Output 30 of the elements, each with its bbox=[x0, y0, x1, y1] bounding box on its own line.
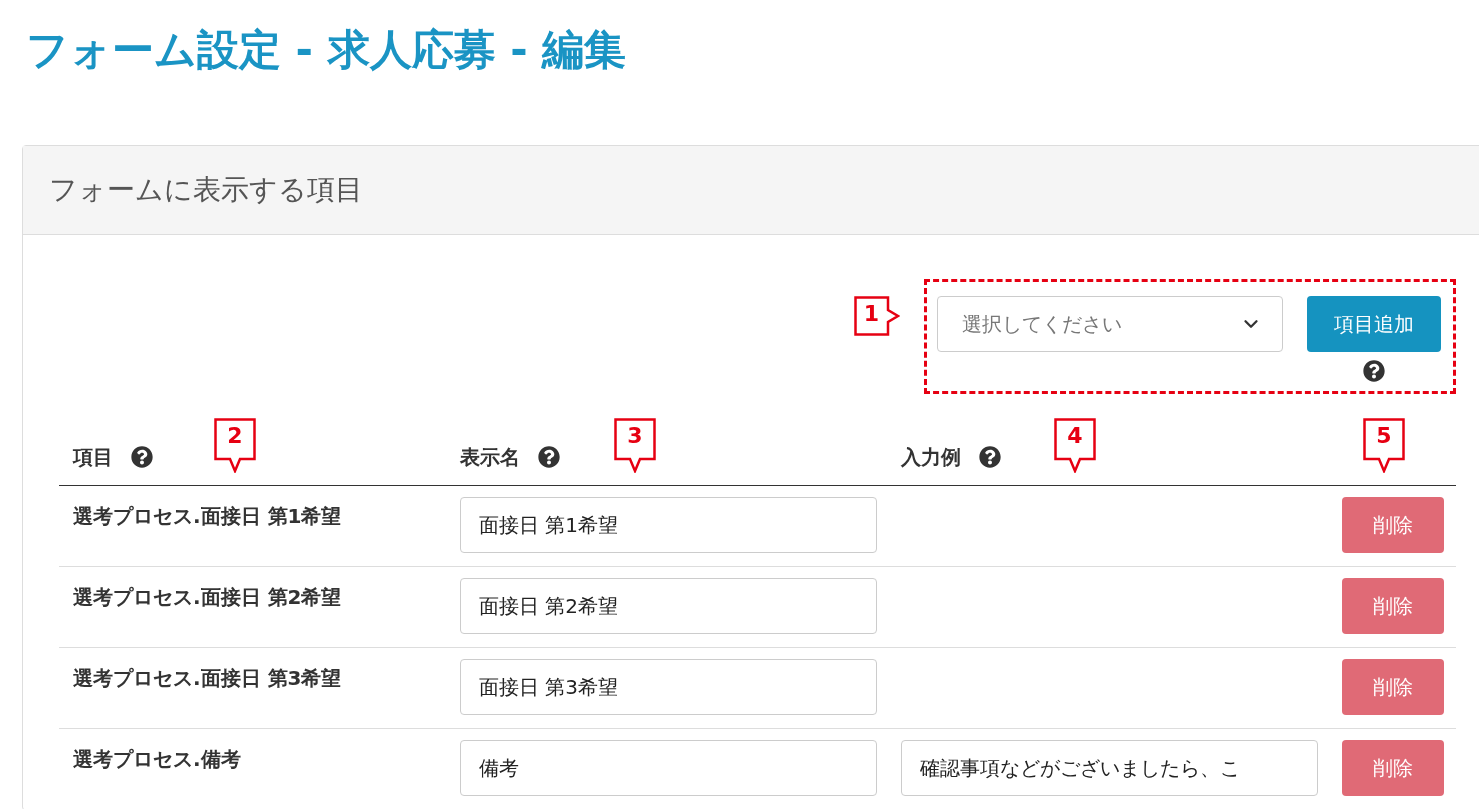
callout-label: 3 bbox=[614, 418, 656, 473]
delete-button[interactable]: 削除 bbox=[1342, 497, 1444, 553]
display-name-field[interactable]: 面接日 第3希望 bbox=[460, 659, 877, 715]
item-name: 選考プロセス.面接日 第3希望 bbox=[73, 665, 342, 692]
page-title: フォーム設定 - 求人応募 - 編集 bbox=[26, 24, 628, 76]
column-header: 表示名 bbox=[460, 443, 520, 471]
callout-label: 2 bbox=[214, 418, 256, 473]
card-title: フォームに表示する項目 bbox=[49, 172, 363, 208]
help-icon[interactable] bbox=[538, 446, 560, 468]
help-icon[interactable] bbox=[131, 446, 153, 468]
delete-button[interactable]: 削除 bbox=[1342, 578, 1444, 634]
delete-button[interactable]: 削除 bbox=[1342, 740, 1444, 796]
item-name: 選考プロセス.備考 bbox=[73, 746, 241, 773]
example-field[interactable]: 確認事項などがございましたら、こ bbox=[901, 740, 1318, 796]
display-name-field[interactable]: 面接日 第2希望 bbox=[460, 578, 877, 634]
callout-label: 5 bbox=[1363, 418, 1405, 473]
add-item-button[interactable]: 項目追加 bbox=[1307, 296, 1441, 352]
callout-label: 1 bbox=[854, 296, 900, 336]
column-header: 項目 bbox=[73, 443, 113, 471]
help-icon[interactable] bbox=[1363, 360, 1385, 382]
display-name-field[interactable]: 面接日 第1希望 bbox=[460, 497, 877, 553]
help-icon[interactable] bbox=[979, 446, 1001, 468]
select-placeholder: 選択してください bbox=[962, 310, 1122, 338]
select-field[interactable]: 選択してください bbox=[937, 296, 1283, 352]
delete-button[interactable]: 削除 bbox=[1342, 659, 1444, 715]
callout-label: 4 bbox=[1054, 418, 1096, 473]
column-header: 入力例 bbox=[901, 443, 961, 471]
item-name: 選考プロセス.面接日 第2希望 bbox=[73, 584, 342, 611]
display-name-field[interactable]: 備考 bbox=[460, 740, 877, 796]
item-name: 選考プロセス.面接日 第1希望 bbox=[73, 503, 342, 530]
